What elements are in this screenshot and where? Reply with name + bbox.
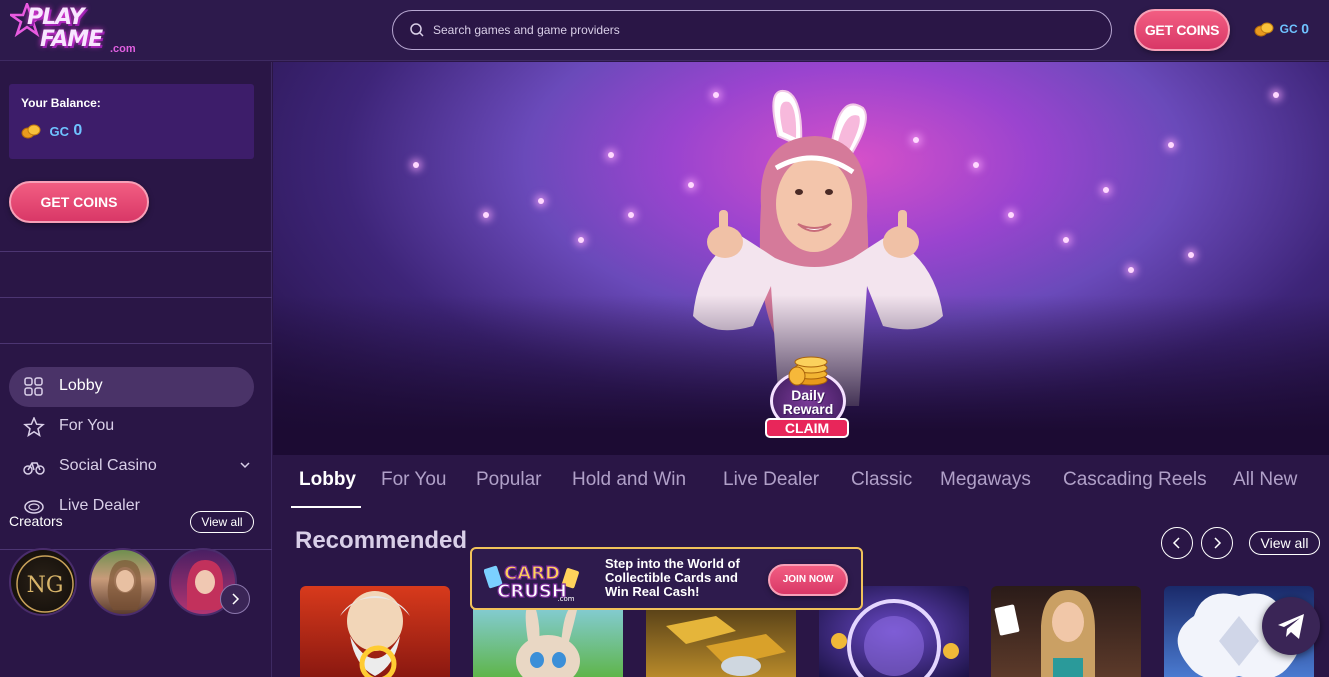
live-dealer-game-thumbnail bbox=[994, 590, 1095, 677]
tab-hold-and-win[interactable]: Hold and Win bbox=[572, 469, 686, 491]
tab-popular[interactable]: Popular bbox=[476, 469, 542, 491]
grid-icon bbox=[24, 377, 43, 396]
top-header: PLAY FAME .com Search games and game pro… bbox=[0, 0, 1329, 61]
header-balance-currency: GC bbox=[1279, 21, 1298, 36]
playfame-logo[interactable]: PLAY FAME .com bbox=[10, 3, 140, 57]
coin-stack-icon bbox=[788, 356, 828, 386]
sparkle bbox=[578, 237, 584, 243]
divider bbox=[0, 251, 272, 252]
sparkle bbox=[538, 198, 544, 204]
chevron-down-icon[interactable] bbox=[239, 459, 251, 471]
creators-next-button[interactable] bbox=[220, 584, 250, 614]
sidebar-item-for-you[interactable]: For You bbox=[9, 407, 254, 447]
tab-classic[interactable]: Classic bbox=[851, 469, 912, 491]
sparkle bbox=[1063, 237, 1069, 243]
carousel-prev-button[interactable] bbox=[1161, 527, 1193, 559]
creators-heading: Creators bbox=[9, 513, 63, 529]
sparkle bbox=[1103, 187, 1109, 193]
sparkle bbox=[413, 162, 419, 168]
tab-for-you[interactable]: For You bbox=[381, 469, 447, 491]
sidebar-item-lobby[interactable]: Lobby bbox=[9, 367, 254, 407]
coins-icon bbox=[1254, 22, 1274, 37]
sparkle bbox=[608, 152, 614, 158]
sidebar-item-label: For You bbox=[59, 417, 115, 434]
header-balance-value: 0 bbox=[1301, 20, 1310, 37]
carousel-next-button[interactable] bbox=[1201, 527, 1233, 559]
chevron-left-icon bbox=[1172, 537, 1180, 549]
tab-cascading-reels[interactable]: Cascading Reels bbox=[1063, 469, 1207, 491]
creator-avatar[interactable] bbox=[89, 548, 157, 616]
reward-text: Daily Reward bbox=[765, 388, 851, 416]
game-tile[interactable] bbox=[300, 586, 450, 677]
svg-text:CRUSH: CRUSH bbox=[497, 581, 567, 602]
sidebar-get-coins-button[interactable]: GET COINS bbox=[9, 181, 149, 223]
divider bbox=[0, 343, 272, 344]
recommended-heading: Recommended bbox=[295, 527, 468, 554]
header-balance[interactable]: GC 0 bbox=[1254, 20, 1309, 40]
recommended-view-all-button[interactable]: View all bbox=[1249, 531, 1320, 555]
claim-button[interactable]: CLAIM bbox=[765, 418, 849, 438]
telegram-icon bbox=[1278, 614, 1304, 639]
reward-line1: Daily bbox=[791, 387, 825, 403]
star-icon bbox=[23, 417, 45, 437]
tab-megaways[interactable]: Megaways bbox=[940, 469, 1031, 491]
coins-icon bbox=[21, 124, 41, 139]
active-tab-indicator bbox=[291, 506, 361, 508]
tab-all-new[interactable]: All New bbox=[1233, 469, 1297, 491]
sidebar-item-social-casino[interactable]: Social Casino bbox=[9, 447, 254, 487]
sparkle bbox=[1188, 252, 1194, 258]
category-tabs: Lobby For You Popular Hold and Win Live … bbox=[273, 456, 1329, 510]
sparkle bbox=[1008, 212, 1014, 218]
search-icon bbox=[410, 23, 424, 37]
balance-label: Your Balance: bbox=[21, 96, 101, 110]
balance-amount: 0 bbox=[73, 122, 83, 139]
balance-value: GC 0 bbox=[21, 122, 82, 140]
logo-text-fame: FAME bbox=[40, 27, 103, 52]
get-coins-button[interactable]: GET COINS bbox=[1134, 9, 1230, 51]
card-crush-logo-icon: CARD CRUSH .com bbox=[483, 562, 579, 603]
logo-text-suffix: .com bbox=[110, 43, 136, 55]
telegram-button[interactable] bbox=[1262, 597, 1320, 655]
creator-avatar[interactable]: NG bbox=[9, 548, 77, 616]
card-crush-logo: CARD CRUSH .com bbox=[483, 559, 579, 603]
join-now-button[interactable]: JOIN NOW bbox=[768, 564, 848, 596]
sparkle bbox=[1168, 142, 1174, 148]
hero-banner[interactable]: Daily Reward CLAIM bbox=[273, 62, 1329, 455]
card-crush-promo[interactable]: CARD CRUSH .com Step into the World of C… bbox=[470, 547, 863, 610]
search-placeholder: Search games and game providers bbox=[433, 23, 620, 37]
sidebar-item-label: Lobby bbox=[59, 377, 103, 394]
balance-box: Your Balance: GC 0 bbox=[9, 84, 254, 159]
creators-view-all-button[interactable]: View all bbox=[190, 511, 254, 533]
balance-currency: GC bbox=[49, 123, 69, 139]
chevron-right-icon bbox=[232, 593, 240, 605]
sparkle bbox=[1273, 92, 1279, 98]
sidebar-item-label: Social Casino bbox=[59, 457, 157, 474]
zeus-game-thumbnail bbox=[340, 591, 410, 677]
game-tile[interactable] bbox=[991, 586, 1141, 677]
sidebar-item-label: Live Dealer bbox=[59, 497, 140, 514]
svg-text:.com: .com bbox=[557, 595, 574, 603]
tab-live-dealer[interactable]: Live Dealer bbox=[723, 469, 819, 491]
svg-text:NG: NG bbox=[27, 573, 64, 598]
reward-line2: Reward bbox=[782, 401, 834, 417]
sparkle bbox=[1128, 267, 1134, 273]
sparkle bbox=[483, 212, 489, 218]
chevron-right-icon bbox=[1214, 537, 1222, 549]
daily-reward-badge[interactable]: Daily Reward CLAIM bbox=[765, 352, 851, 442]
promo-text: Step into the World of Collectible Cards… bbox=[605, 556, 740, 599]
tab-lobby[interactable]: Lobby bbox=[299, 469, 356, 491]
search-input[interactable]: Search games and game providers bbox=[392, 10, 1112, 50]
bicycle-icon bbox=[23, 462, 45, 475]
divider bbox=[0, 297, 272, 298]
sparkle bbox=[628, 212, 634, 218]
